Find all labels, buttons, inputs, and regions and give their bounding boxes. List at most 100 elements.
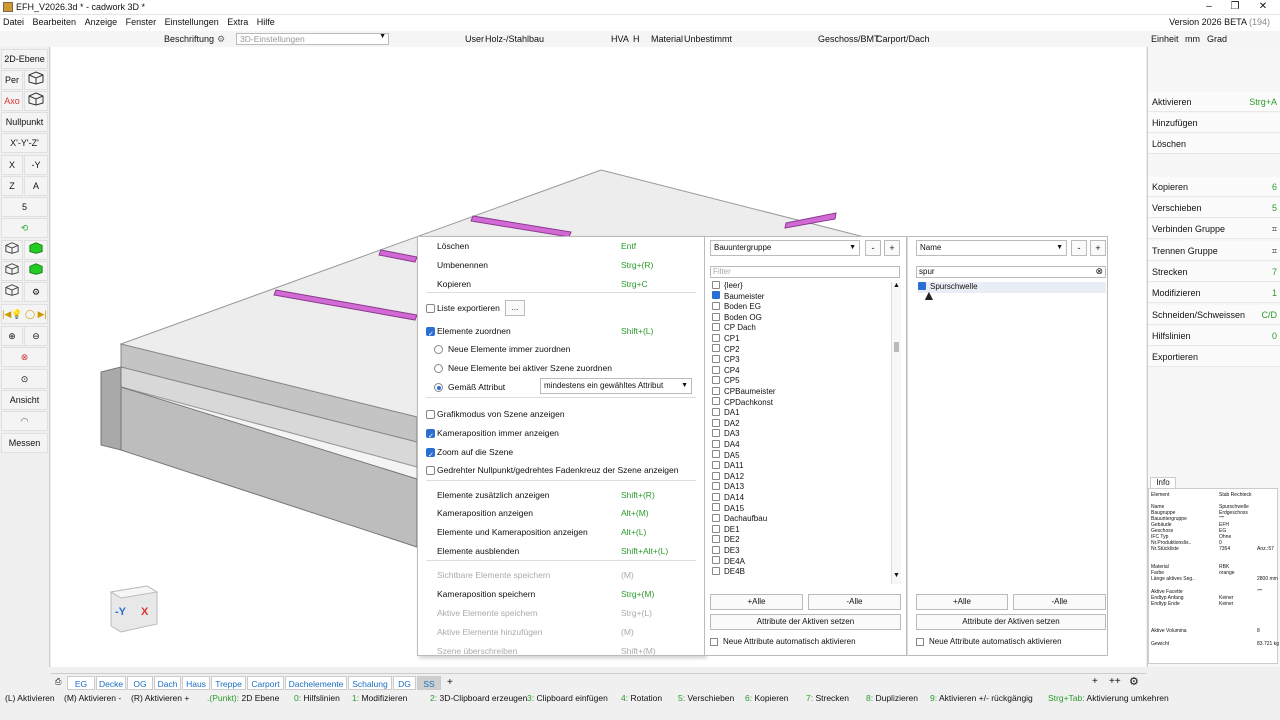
green-cube2-icon[interactable] [24, 261, 48, 281]
right-item[interactable]: Aktivieren Strg+A [1148, 92, 1280, 112]
info-tab[interactable]: Info [1150, 477, 1176, 488]
tab-decke[interactable]: Decke [96, 676, 126, 690]
ansicht-button[interactable]: Ansicht [1, 390, 48, 410]
orbit-icon[interactable]: ⟲ [1, 218, 48, 238]
list-item[interactable]: CP4 [712, 365, 740, 377]
right-item[interactable]: Kopieren 6 [1148, 177, 1280, 197]
tab-eg[interactable]: EG [67, 676, 95, 690]
list-item[interactable]: CPBaumeister [712, 386, 776, 398]
dial-icon[interactable]: ◠ [1, 411, 48, 431]
checkbox[interactable] [712, 524, 720, 533]
wire-cube-icon[interactable] [1, 240, 23, 260]
checkbox[interactable] [712, 567, 720, 576]
right-item[interactable]: Modifizieren 1 [1148, 283, 1280, 303]
tab-carport[interactable]: Carport [247, 676, 284, 690]
list-item[interactable]: DE4B [712, 567, 745, 578]
light-icon[interactable]: |◀💡 ◯ ▶| [1, 304, 48, 324]
tab-og[interactable]: OG [127, 676, 153, 690]
bauuntergruppe-select[interactable]: Bauuntergruppe ▼ [710, 240, 860, 256]
right-item[interactable]: Schneiden/Schweissen C/D [1148, 305, 1280, 325]
checkbox[interactable] [712, 408, 720, 417]
name-select[interactable]: Name ▼ [916, 240, 1067, 256]
list-item[interactable]: CP1 [712, 333, 740, 345]
menu-item[interactable]: Liste exportieren [418, 299, 706, 317]
tab-dachelemente[interactable]: Dachelemente [285, 676, 347, 690]
list-item[interactable]: DA15 [712, 503, 744, 515]
list-item[interactable]: CPDachkonst [712, 397, 773, 409]
settings-gear-icon[interactable]: ⚙ [24, 282, 48, 302]
zoom-out-icon[interactable]: ⊖ [24, 326, 48, 346]
list-scrollbar[interactable]: ▲ ▼ [891, 282, 901, 584]
menu-item[interactable]: Kameraposition anzeigen Alt+(M) [418, 504, 706, 522]
minus-icon[interactable]: - [865, 240, 881, 256]
checkbox[interactable] [916, 638, 924, 646]
list-item[interactable]: Boden OG [712, 312, 762, 324]
wire-cube2-icon[interactable] [1, 261, 23, 281]
checkbox[interactable] [712, 514, 720, 523]
menu-datei[interactable]: Datei [0, 15, 27, 27]
attribute-mode-select[interactable]: mindestens ein gewähltes Attribut ▼ [540, 378, 692, 394]
per-button[interactable]: Per [1, 70, 23, 90]
menu-item[interactable]: Kameraposition immer anzeigen [418, 424, 706, 446]
checkbox[interactable] [712, 461, 720, 470]
axo-button[interactable]: Axo [1, 91, 23, 111]
view-cube[interactable]: -Y X [103, 584, 159, 636]
list-item[interactable]: CP5 [712, 376, 740, 387]
scroll-up-icon[interactable]: ▲ [893, 282, 900, 289]
right-item[interactable]: Hinzufügen [1148, 113, 1280, 133]
x-button[interactable]: X [1, 155, 23, 175]
checkbox[interactable] [712, 376, 720, 385]
tab-settings-icon[interactable]: ⚙ [1129, 675, 1139, 688]
z-button[interactable]: Z [1, 176, 23, 196]
material-label[interactable]: Material [651, 34, 683, 44]
right-item[interactable]: Löschen [1148, 134, 1280, 154]
tab-ss[interactable]: SS [417, 676, 441, 690]
menu-item[interactable]: Neue Elemente bei aktiver Szene zuordnen [418, 359, 706, 377]
menu-item[interactable]: Löschen Entf [418, 237, 706, 255]
list-item[interactable]: Boden EG [712, 302, 761, 313]
wire-cube3-icon[interactable] [1, 282, 23, 302]
checkbox[interactable] [712, 545, 720, 554]
filter-input-1[interactable]: Filter [710, 266, 900, 278]
export-options-button[interactable]: ... [505, 300, 525, 316]
checkbox[interactable] [426, 410, 435, 419]
list-item[interactable]: DA14 [712, 492, 744, 504]
menu-extra[interactable]: Extra [224, 15, 251, 27]
list-item[interactable]: DA11 [712, 461, 743, 472]
checkbox[interactable] [712, 471, 720, 480]
user-label[interactable]: User [465, 34, 484, 44]
list2-auto-activate[interactable]: Neue Attribute automatisch aktivieren [916, 637, 1062, 646]
right-item[interactable]: Trennen Gruppe ⌗ [1148, 241, 1280, 261]
list-item[interactable]: Spurschwelle [918, 281, 1106, 293]
right-item[interactable]: Exportieren [1148, 347, 1280, 367]
tab-haus[interactable]: Haus [182, 676, 210, 690]
hva-label[interactable]: HVA [611, 34, 629, 44]
menu-einstellungen[interactable]: Einstellungen [162, 15, 222, 27]
menu-fenster[interactable]: Fenster [123, 15, 160, 27]
zoom-in-icon[interactable]: ⊕ [1, 326, 23, 346]
list-item[interactable]: CP3 [712, 355, 740, 366]
radio-button[interactable] [434, 345, 443, 354]
xyz-button[interactable]: X'-Y'-Z' [1, 133, 48, 153]
checkbox[interactable] [710, 638, 718, 646]
menu-item[interactable]: Gedrehter Nullpunkt/gedrehtes Fadenkreuz… [418, 461, 706, 479]
green-cube-icon[interactable] [24, 240, 48, 260]
checkbox[interactable] [712, 312, 720, 321]
list-item[interactable]: DA3 [712, 429, 740, 440]
checkbox[interactable] [712, 281, 720, 289]
menu-item[interactable]: Elemente zuordnen Shift+(L) [418, 322, 706, 344]
list1-set-attributes-button[interactable]: Attribute der Aktiven setzen [710, 614, 901, 630]
list-item[interactable]: DA2 [712, 418, 740, 430]
menu-item[interactable]: Elemente zusätzlich anzeigen Shift+(R) [418, 486, 706, 504]
cube-axo-icon[interactable] [24, 91, 48, 111]
tab-schalung[interactable]: Schalung [348, 676, 392, 690]
list-item[interactable]: DA1 [712, 408, 740, 419]
cube-view-icon[interactable] [24, 70, 48, 90]
right-item[interactable]: Strecken 7 [1148, 262, 1280, 282]
print-icon[interactable]: ⎙ [55, 677, 61, 687]
list-item[interactable]: DA4 [712, 439, 740, 451]
menu-item[interactable]: Kopieren Strg+C [418, 275, 706, 293]
right-item[interactable]: Verschieben 5 [1148, 198, 1280, 218]
list-item[interactable]: {leer} [712, 281, 743, 292]
clear-icon[interactable]: ⊗ [1095, 266, 1103, 277]
